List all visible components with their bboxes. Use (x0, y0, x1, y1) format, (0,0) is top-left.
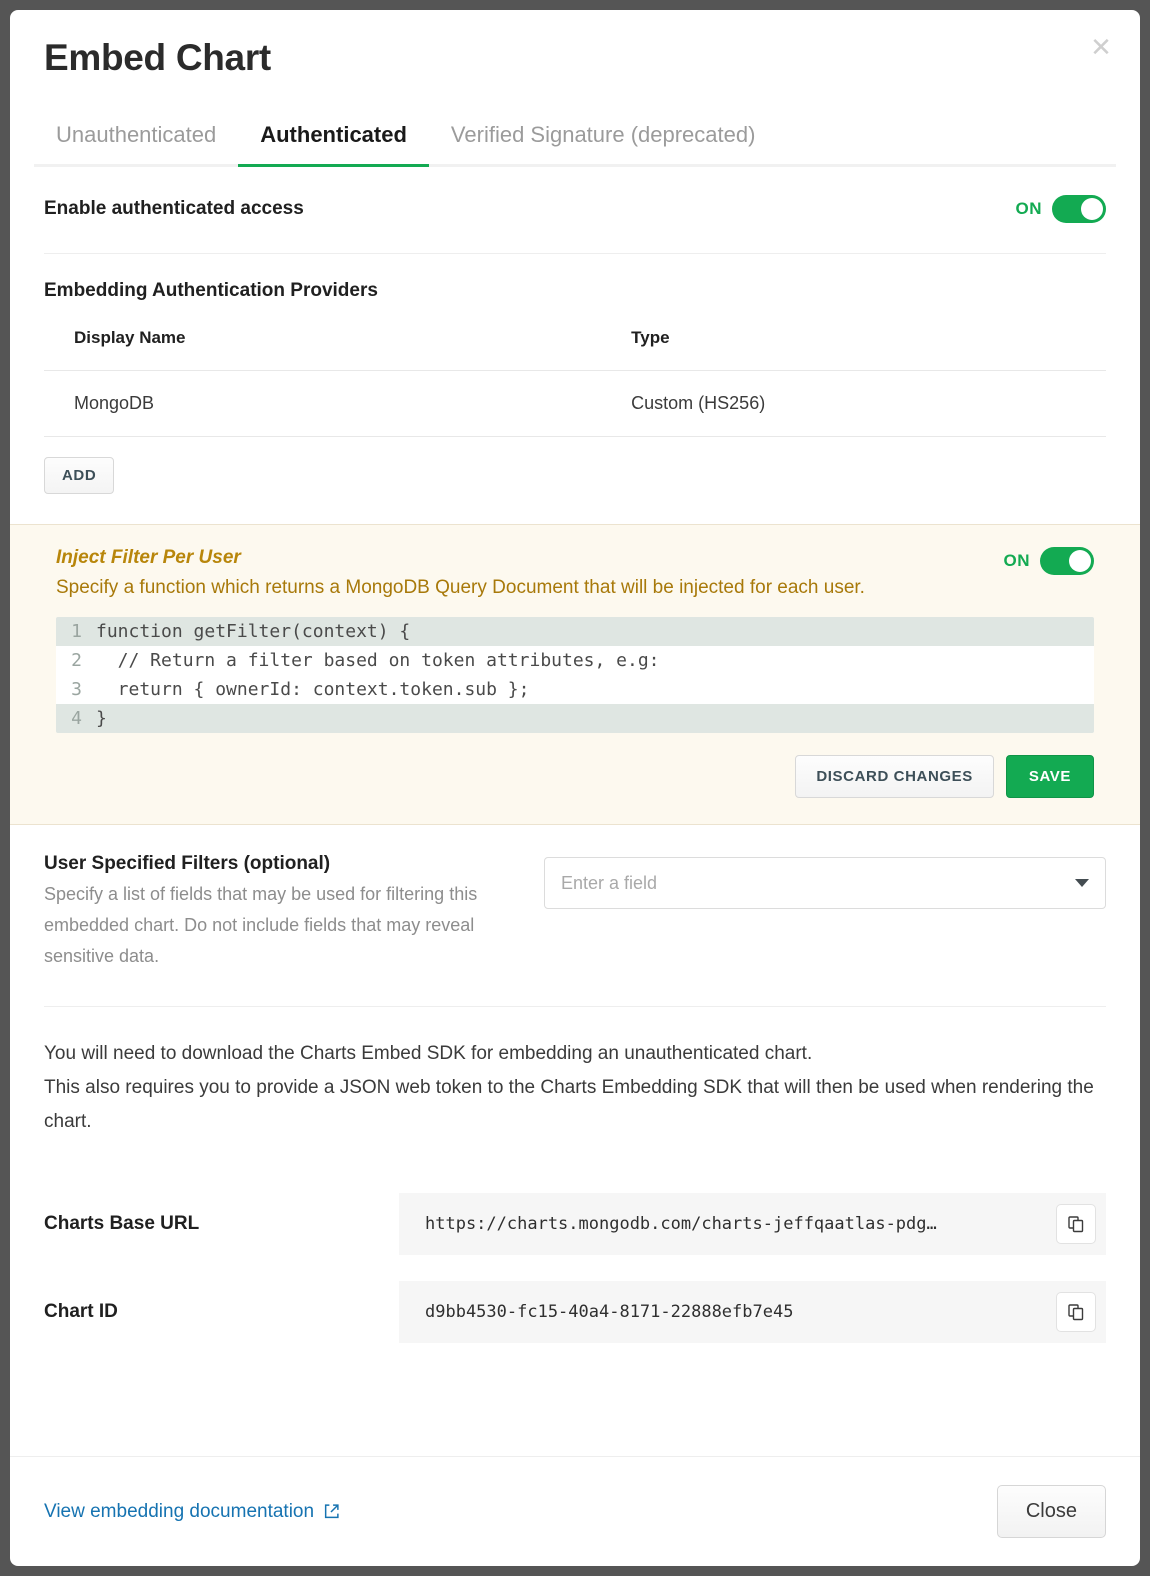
code-line[interactable]: 3 return { ownerId: context.token.sub }; (56, 675, 1094, 704)
copy-icon[interactable] (1056, 1292, 1096, 1332)
code-line[interactable]: 4 } (56, 704, 1094, 733)
close-button[interactable]: Close (997, 1485, 1106, 1538)
code-line[interactable]: 1 function getFilter(context) { (56, 617, 1094, 646)
tab-verified-signature[interactable]: Verified Signature (deprecated) (429, 112, 778, 164)
inject-filter-panel: Inject Filter Per User Specify a functio… (10, 524, 1140, 825)
dialog-header: Embed Chart ✕ (10, 10, 1140, 80)
field-select-placeholder: Enter a field (561, 873, 1075, 894)
charts-base-url-value: https://charts.mongodb.com/charts-jeffqa… (425, 1214, 1056, 1234)
chart-id-value-box: d9bb4530-fc15-40a4-8171-22888efb7e45 (399, 1281, 1106, 1343)
chevron-down-icon[interactable] (1075, 879, 1089, 887)
toggle-knob (1069, 550, 1091, 572)
chart-id-row: Chart ID d9bb4530-fc15-40a4-8171-22888ef… (44, 1281, 1106, 1343)
info-line-2: This also requires you to provide a JSON… (44, 1071, 1106, 1139)
inject-filter-title: Inject Filter Per User (56, 547, 865, 569)
embedding-auth-providers-section: Embedding Authentication Providers Displ… (44, 254, 1106, 494)
line-number: 1 (56, 621, 96, 642)
user-filters-description: Specify a list of fields that may be use… (44, 879, 524, 972)
inject-filter-actions: DISCARD CHANGES SAVE (56, 755, 1094, 798)
column-header-type: Type (286, 328, 1106, 371)
line-number: 3 (56, 679, 96, 700)
view-embedding-documentation-link[interactable]: View embedding documentation (44, 1501, 340, 1523)
charts-base-url-row: Charts Base URL https://charts.mongodb.c… (44, 1193, 1106, 1255)
user-specified-filters-section: User Specified Filters (optional) Specif… (44, 825, 1106, 1007)
cell-type: Custom (HS256) (286, 371, 1106, 437)
discard-changes-button[interactable]: DISCARD CHANGES (795, 755, 994, 798)
inject-filter-header: Inject Filter Per User Specify a functio… (56, 547, 1094, 599)
table-row[interactable]: MongoDB Custom (HS256) (44, 371, 1106, 437)
code-text: // Return a filter based on token attrib… (96, 650, 660, 671)
tab-bar: Unauthenticated Authenticated Verified S… (34, 112, 1116, 167)
dialog-body: Enable authenticated access ON Embedding… (10, 167, 1140, 1342)
external-link-icon (323, 1503, 340, 1520)
embed-chart-dialog: Embed Chart ✕ Unauthenticated Authentica… (10, 10, 1140, 1566)
charts-base-url-label: Charts Base URL (44, 1213, 399, 1235)
close-icon[interactable]: ✕ (1086, 32, 1116, 62)
page-title: Embed Chart (44, 36, 1106, 80)
chart-id-label: Chart ID (44, 1301, 399, 1323)
providers-table: Display Name Type MongoDB Custom (HS256) (44, 328, 1106, 437)
add-provider-button[interactable]: ADD (44, 457, 114, 494)
charts-base-url-value-box: https://charts.mongodb.com/charts-jeffqa… (399, 1193, 1106, 1255)
code-text: function getFilter(context) { (96, 621, 410, 642)
column-header-display-name: Display Name (44, 328, 286, 371)
enable-authenticated-access-label: Enable authenticated access (44, 198, 304, 220)
dialog-footer: View embedding documentation Close (10, 1456, 1140, 1566)
code-line[interactable]: 2 // Return a filter based on token attr… (56, 646, 1094, 675)
embedding-info-text: You will need to download the Charts Emb… (44, 1007, 1106, 1166)
info-line-1: You will need to download the Charts Emb… (44, 1037, 1106, 1071)
inject-filter-toggle[interactable] (1040, 547, 1094, 575)
code-text: return { ownerId: context.token.sub }; (96, 679, 529, 700)
table-header-row: Display Name Type (44, 328, 1106, 371)
line-number: 4 (56, 708, 96, 729)
inject-filter-description: Specify a function which returns a Mongo… (56, 577, 865, 599)
enable-authenticated-access-row: Enable authenticated access ON (44, 167, 1106, 254)
providers-section-title: Embedding Authentication Providers (44, 280, 1106, 302)
chart-id-value: d9bb4530-fc15-40a4-8171-22888efb7e45 (425, 1302, 1056, 1322)
save-button[interactable]: SAVE (1006, 755, 1094, 798)
enable-authenticated-access-toggle-group[interactable]: ON (1016, 195, 1107, 223)
doc-link-label: View embedding documentation (44, 1501, 314, 1523)
user-filters-control: Enter a field (544, 853, 1106, 972)
code-text: } (96, 708, 107, 729)
tab-unauthenticated[interactable]: Unauthenticated (34, 112, 238, 164)
enable-access-toggle-state: ON (1016, 199, 1043, 219)
tab-authenticated[interactable]: Authenticated (238, 112, 429, 164)
user-filters-text: User Specified Filters (optional) Specif… (44, 853, 544, 972)
line-number: 2 (56, 650, 96, 671)
enable-access-toggle[interactable] (1052, 195, 1106, 223)
inject-filter-toggle-state: ON (1004, 551, 1031, 571)
user-filters-title: User Specified Filters (optional) (44, 853, 524, 875)
cell-display-name: MongoDB (44, 371, 286, 437)
field-select[interactable]: Enter a field (544, 857, 1106, 909)
toggle-knob (1081, 198, 1103, 220)
filter-function-code-editor[interactable]: 1 function getFilter(context) { 2 // Ret… (56, 617, 1094, 733)
copy-icon[interactable] (1056, 1204, 1096, 1244)
inject-filter-toggle-group[interactable]: ON (1004, 547, 1095, 575)
